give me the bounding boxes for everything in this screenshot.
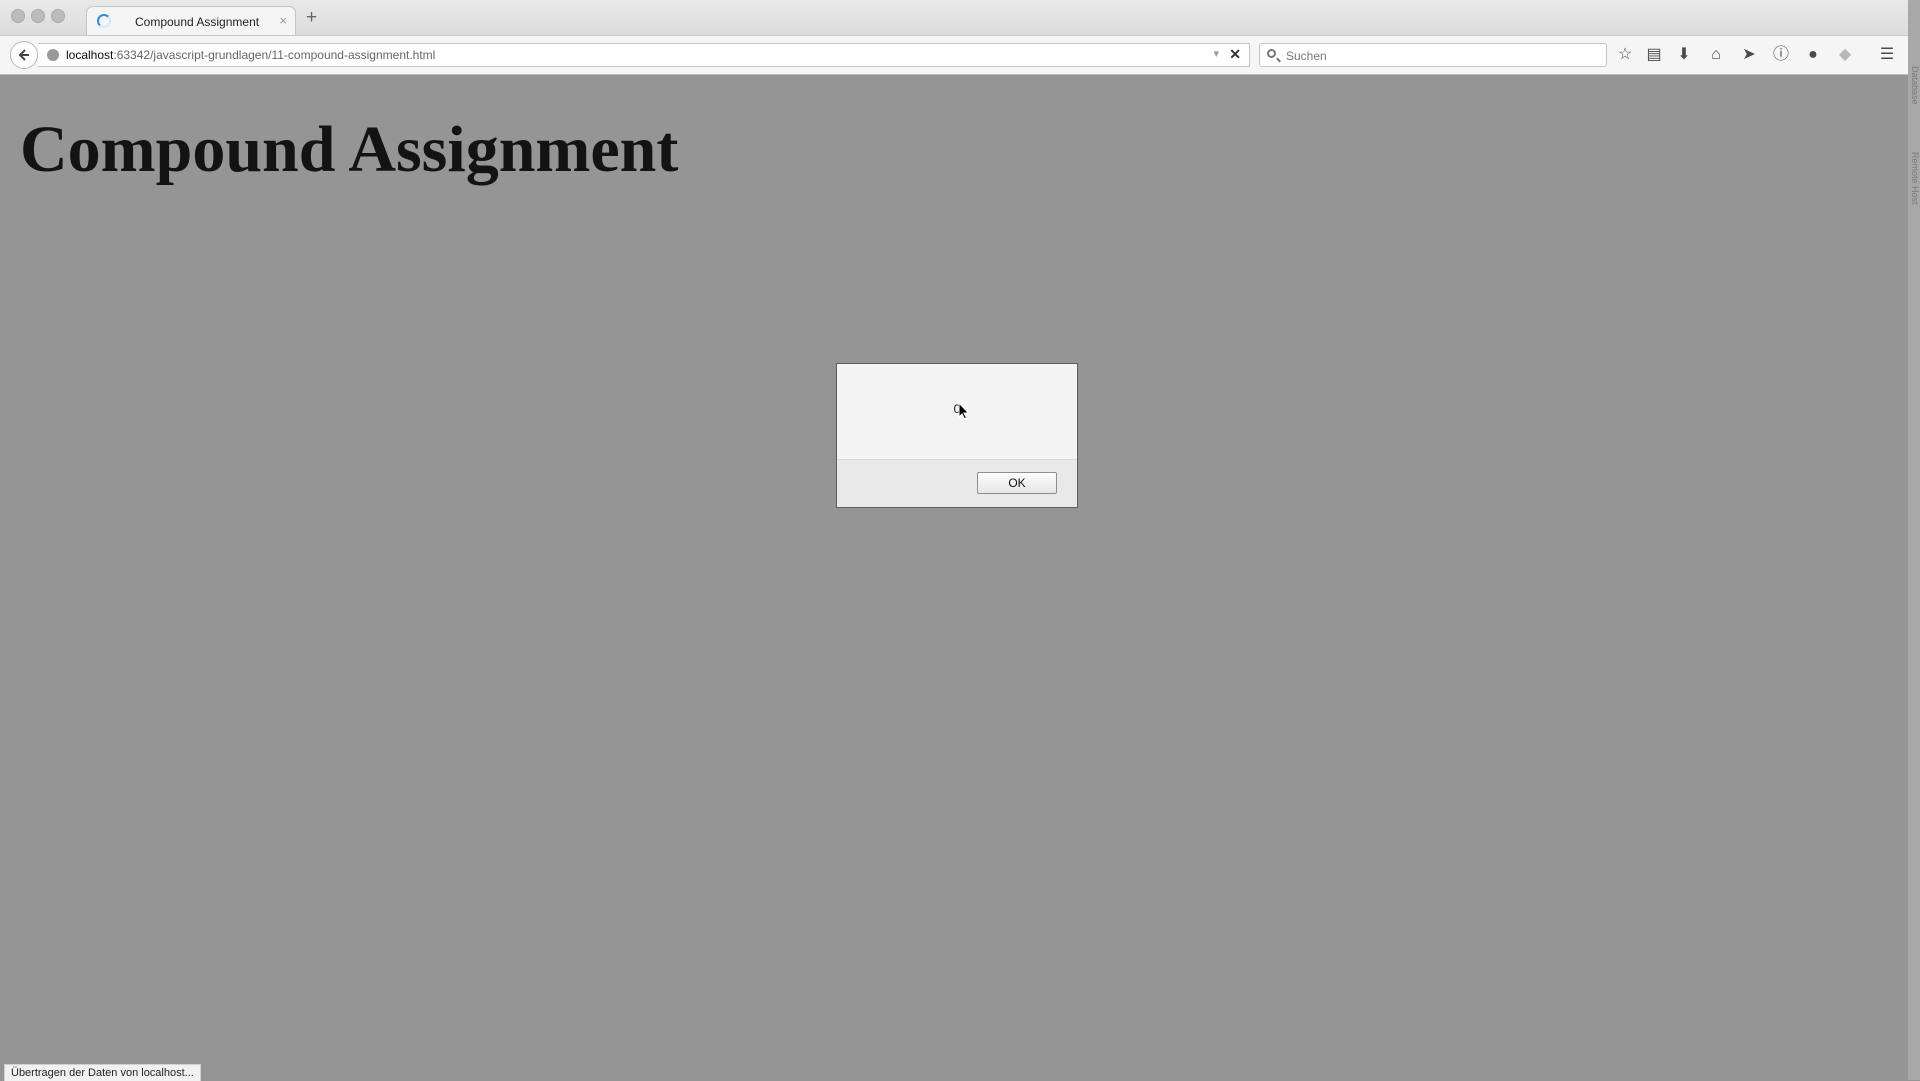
send-icon[interactable]: ➤	[1738, 44, 1760, 66]
info-icon[interactable]: ⓘ	[1770, 44, 1792, 66]
page-title: Compound Assignment	[20, 113, 679, 186]
url-path: :63342/javascript-grundlagen/11-compound…	[113, 48, 436, 62]
tab-close-icon[interactable]: ×	[279, 13, 287, 28]
chat-icon[interactable]: ●	[1802, 44, 1824, 66]
url-bar[interactable]: localhost:63342/javascript-grundlagen/11…	[38, 43, 1250, 67]
search-input[interactable]	[1284, 45, 1588, 67]
loading-spinner-icon	[97, 14, 111, 28]
new-tab-button[interactable]: +	[306, 8, 317, 27]
back-button[interactable]	[10, 41, 38, 69]
shield-icon[interactable]: ◆	[1834, 44, 1856, 66]
back-arrow-icon	[18, 49, 29, 61]
browser-tab[interactable]: Compound Assignment ×	[86, 6, 296, 36]
title-bar: Compound Assignment × +	[0, 0, 1920, 36]
stop-loading-icon[interactable]: ✕	[1229, 46, 1241, 63]
status-bar: Übertragen der Daten von localhost...	[4, 1064, 201, 1081]
reading-list-icon[interactable]: ▤	[1643, 44, 1665, 66]
close-window-button[interactable]	[11, 9, 25, 23]
zoom-window-button[interactable]	[51, 9, 65, 23]
menu-icon[interactable]: ☰	[1876, 44, 1898, 66]
url-history-dropdown-icon[interactable]: ▾	[1213, 47, 1219, 60]
star-icon[interactable]: ☆	[1614, 44, 1636, 66]
home-icon[interactable]: ⌂	[1705, 44, 1727, 66]
download-icon[interactable]: ⬇	[1673, 44, 1695, 66]
site-info-icon[interactable]	[47, 49, 59, 61]
url-host: localhost	[66, 48, 114, 62]
tab-title: Compound Assignment	[135, 15, 260, 29]
ok-button[interactable]: OK	[977, 472, 1057, 494]
search-bar[interactable]	[1259, 43, 1607, 67]
mouse-cursor-icon	[958, 402, 970, 420]
navigation-bar: localhost:63342/javascript-grundlagen/11…	[0, 35, 1920, 75]
remote-host-panel-tab[interactable]: Remote Host	[1910, 152, 1920, 205]
alert-message: 0	[953, 402, 961, 416]
search-icon	[1267, 49, 1276, 58]
alert-dialog: 0 OK	[836, 363, 1078, 508]
alert-footer: OK	[837, 459, 1077, 507]
minimize-window-button[interactable]	[31, 9, 45, 23]
database-panel-tab[interactable]: Database	[1910, 66, 1920, 105]
url-text[interactable]: localhost:63342/javascript-grundlagen/11…	[66, 48, 435, 62]
